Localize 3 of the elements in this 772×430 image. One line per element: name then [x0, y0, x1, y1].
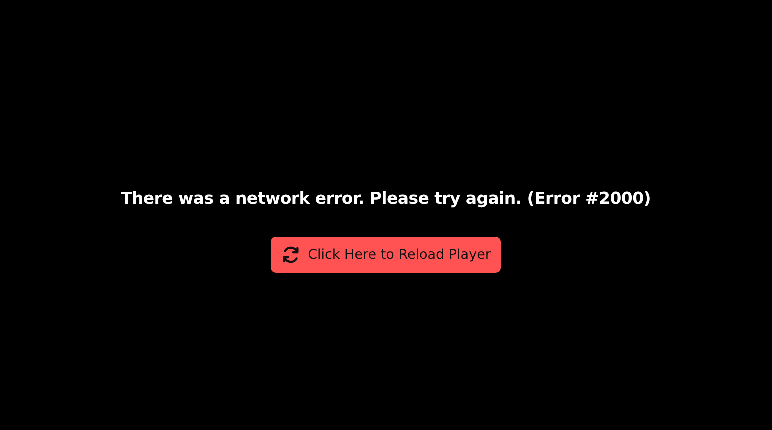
reload-button[interactable]: Click Here to Reload Player: [271, 237, 501, 273]
error-message: There was a network error. Please try again. (Error #2000): [121, 189, 651, 208]
refresh-icon: [281, 245, 302, 265]
